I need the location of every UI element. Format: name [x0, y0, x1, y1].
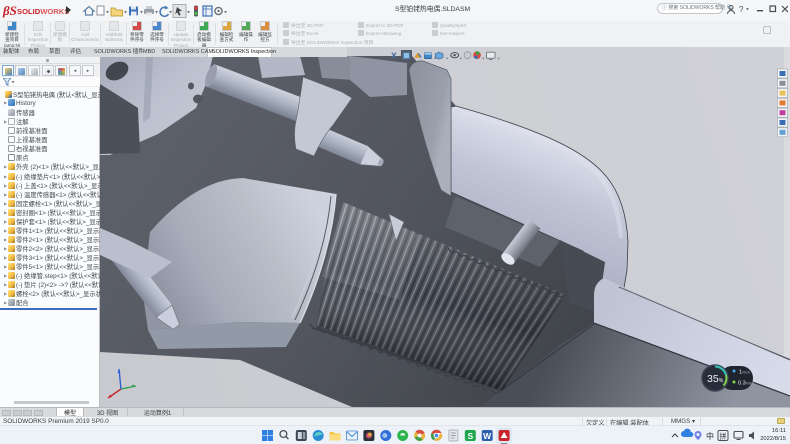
svg-text:中: 中 [706, 431, 714, 441]
svg-text:拼: 拼 [720, 432, 727, 441]
svg-text:?: ? [739, 5, 744, 14]
svg-text:S: S [467, 431, 473, 441]
svg-text:W: W [483, 431, 492, 441]
svg-text:SOLIDWORKS: SOLIDWORKS [17, 7, 69, 16]
svg-text:βS: βS [2, 3, 17, 18]
